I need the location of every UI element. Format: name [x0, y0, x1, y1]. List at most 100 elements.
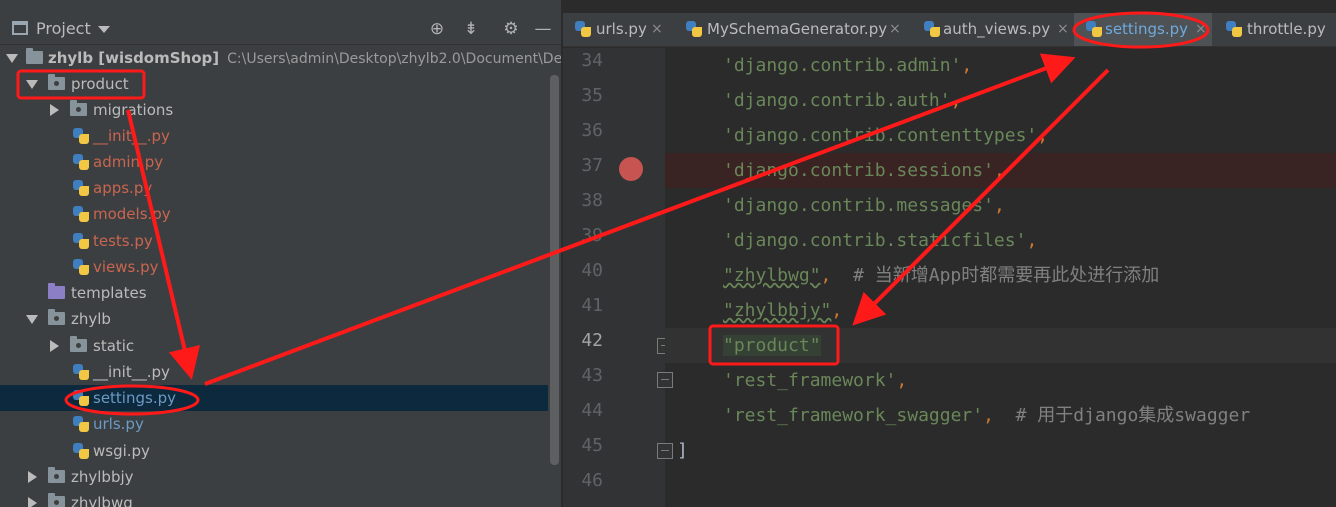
tree-node-label: templates: [71, 284, 147, 302]
line-number: 39: [581, 225, 603, 246]
line-number: 38: [581, 190, 603, 211]
tree-node-file[interactable]: tests.py: [0, 228, 548, 254]
close-icon[interactable]: ×: [651, 13, 663, 46]
tree-node-label: __init__.py: [93, 127, 170, 145]
tree-node-zhylbwg[interactable]: zhylbwg: [0, 490, 548, 507]
chevron-down-icon[interactable]: [26, 80, 38, 89]
editor-tab-bar: urls.py × MySchemaGenerator.py × auth_vi…: [563, 13, 1336, 47]
python-file-icon: [73, 364, 89, 380]
string-literal: 'django.contrib.sessions': [723, 160, 994, 181]
tree-node-label: tests.py: [93, 232, 153, 250]
tree-node-file[interactable]: views.py: [0, 254, 548, 280]
chevron-right-icon[interactable]: [28, 471, 37, 483]
tree-node-static[interactable]: static: [0, 333, 548, 359]
root-project-path: C:\Users\admin\Desktop\zhylb2.0\Document…: [227, 51, 563, 67]
tab-urls[interactable]: urls.py ×: [563, 13, 669, 46]
punctuation: ,: [831, 300, 843, 321]
chevron-right-icon[interactable]: [50, 104, 59, 116]
line-number: 41: [581, 295, 603, 316]
tree-node-product[interactable]: product: [0, 71, 548, 97]
punctuation: ,: [896, 370, 908, 391]
tree-node-label: apps.py: [93, 179, 153, 197]
folder-icon: [26, 48, 43, 64]
tree-node-label: zhylbbjy: [71, 468, 134, 486]
code-editor: urls.py × MySchemaGenerator.py × auth_vi…: [563, 0, 1336, 507]
tree-node-root[interactable]: zhylb [wisdomShop] C:\Users\admin\Desktop…: [0, 45, 563, 71]
tab-auth-views[interactable]: auth_views.py ×: [912, 13, 1074, 46]
locate-icon[interactable]: ⊕: [426, 18, 448, 40]
tree-node-migrations[interactable]: migrations: [0, 97, 548, 123]
tree-node-label: models.py: [93, 205, 171, 223]
line-number: 34: [581, 50, 603, 71]
chevron-down-icon[interactable]: [98, 26, 110, 33]
tree-node-file[interactable]: __init__.py: [0, 359, 548, 385]
punctuation: ,: [820, 265, 832, 286]
punctuation: ,: [993, 160, 1005, 181]
project-panel-title[interactable]: Project: [36, 19, 91, 38]
tab-myschemagenerator[interactable]: MySchemaGenerator.py ×: [674, 13, 906, 46]
code-line-breakpoint: 'django.contrib.sessions',: [665, 153, 1336, 188]
tree-node-file[interactable]: admin.py: [0, 149, 548, 175]
collapse-all-icon[interactable]: ⇟: [460, 18, 482, 40]
python-file-icon: [73, 259, 89, 275]
code-line: 'django.contrib.auth',: [665, 83, 1336, 118]
tree-node-label: product: [71, 75, 129, 93]
line-number: 37: [581, 155, 603, 176]
chevron-right-icon[interactable]: [28, 497, 37, 507]
close-icon[interactable]: ×: [1057, 13, 1069, 46]
python-file-icon: [73, 443, 89, 459]
code-line: ]: [665, 433, 1336, 468]
project-panel-header: Project ⊕ ⇟ ⚙ —: [0, 13, 563, 45]
close-icon[interactable]: ×: [1195, 13, 1207, 46]
code-area[interactable]: 'django.contrib.admin', 'django.contrib.…: [665, 48, 1336, 507]
project-panel-scrollbar[interactable]: [550, 75, 559, 465]
tab-settings-active[interactable]: settings.py ×: [1074, 13, 1212, 46]
line-number: 44: [581, 400, 603, 421]
python-file-icon: [1086, 21, 1102, 37]
tab-throttle[interactable]: throttle.py: [1214, 13, 1336, 46]
python-file-icon: [686, 21, 702, 37]
code-line: 'django.contrib.contenttypes',: [665, 118, 1336, 153]
tree-node-label: wsgi.py: [93, 442, 150, 460]
hide-panel-icon[interactable]: —: [532, 18, 554, 40]
string-literal: 'django.contrib.admin': [723, 55, 962, 76]
code-line: 'django.contrib.admin',: [665, 48, 1336, 83]
punctuation: ,: [993, 195, 1005, 216]
window-top-strip: [0, 0, 563, 4]
code-line: "zhylbwg", # 当新增App时都需要再此处进行添加: [665, 258, 1336, 293]
python-file-icon: [1226, 21, 1242, 37]
tree-node-file[interactable]: models.py: [0, 201, 548, 227]
tree-node-file[interactable]: urls.py: [0, 411, 548, 437]
tree-node-file[interactable]: wsgi.py: [0, 438, 548, 464]
line-number-gutter[interactable]: 34 35 36 37 38 39 40 41 42 43 44 45 46: [563, 48, 665, 507]
close-icon[interactable]: ×: [889, 13, 901, 46]
tree-node-file[interactable]: apps.py: [0, 175, 548, 201]
tree-node-label: zhylbwg: [71, 494, 133, 507]
line-number: 36: [581, 120, 603, 141]
line-number: 43: [581, 365, 603, 386]
tree-node-file[interactable]: __init__.py: [0, 123, 548, 149]
tree-node-label: settings.py: [93, 389, 176, 407]
tab-label: throttle.py: [1247, 20, 1326, 38]
tree-node-zhylbbjy[interactable]: zhylbbjy: [0, 464, 548, 490]
code-line: "zhylbbjy",: [665, 293, 1336, 328]
punctuation: ,: [950, 90, 962, 111]
string-literal: "zhylbwg": [723, 265, 821, 286]
project-panel: Project ⊕ ⇟ ⚙ — zhylb [wisdomShop] C:\Use…: [0, 0, 563, 507]
package-folder-icon: [48, 493, 65, 507]
tree-node-templates[interactable]: templates: [0, 280, 548, 306]
breakpoint-icon[interactable]: [619, 157, 643, 181]
chevron-down-icon[interactable]: [6, 54, 18, 63]
root-project-name: zhylb [wisdomShop]: [48, 49, 220, 67]
python-file-icon: [73, 128, 89, 144]
tree-node-label: migrations: [93, 101, 174, 119]
tree-node-zhylb[interactable]: zhylb: [0, 306, 548, 332]
gear-icon[interactable]: ⚙: [500, 18, 522, 40]
tree-node-settings-selected[interactable]: settings.py: [0, 385, 548, 411]
chevron-down-icon[interactable]: [26, 315, 38, 324]
project-view-icon: [12, 21, 28, 35]
chevron-right-icon[interactable]: [50, 340, 59, 352]
tree-node-label: admin.py: [93, 153, 164, 171]
tree-node-label: zhylb [wisdomShop] C:\Users\admin\Desktop…: [48, 45, 563, 72]
